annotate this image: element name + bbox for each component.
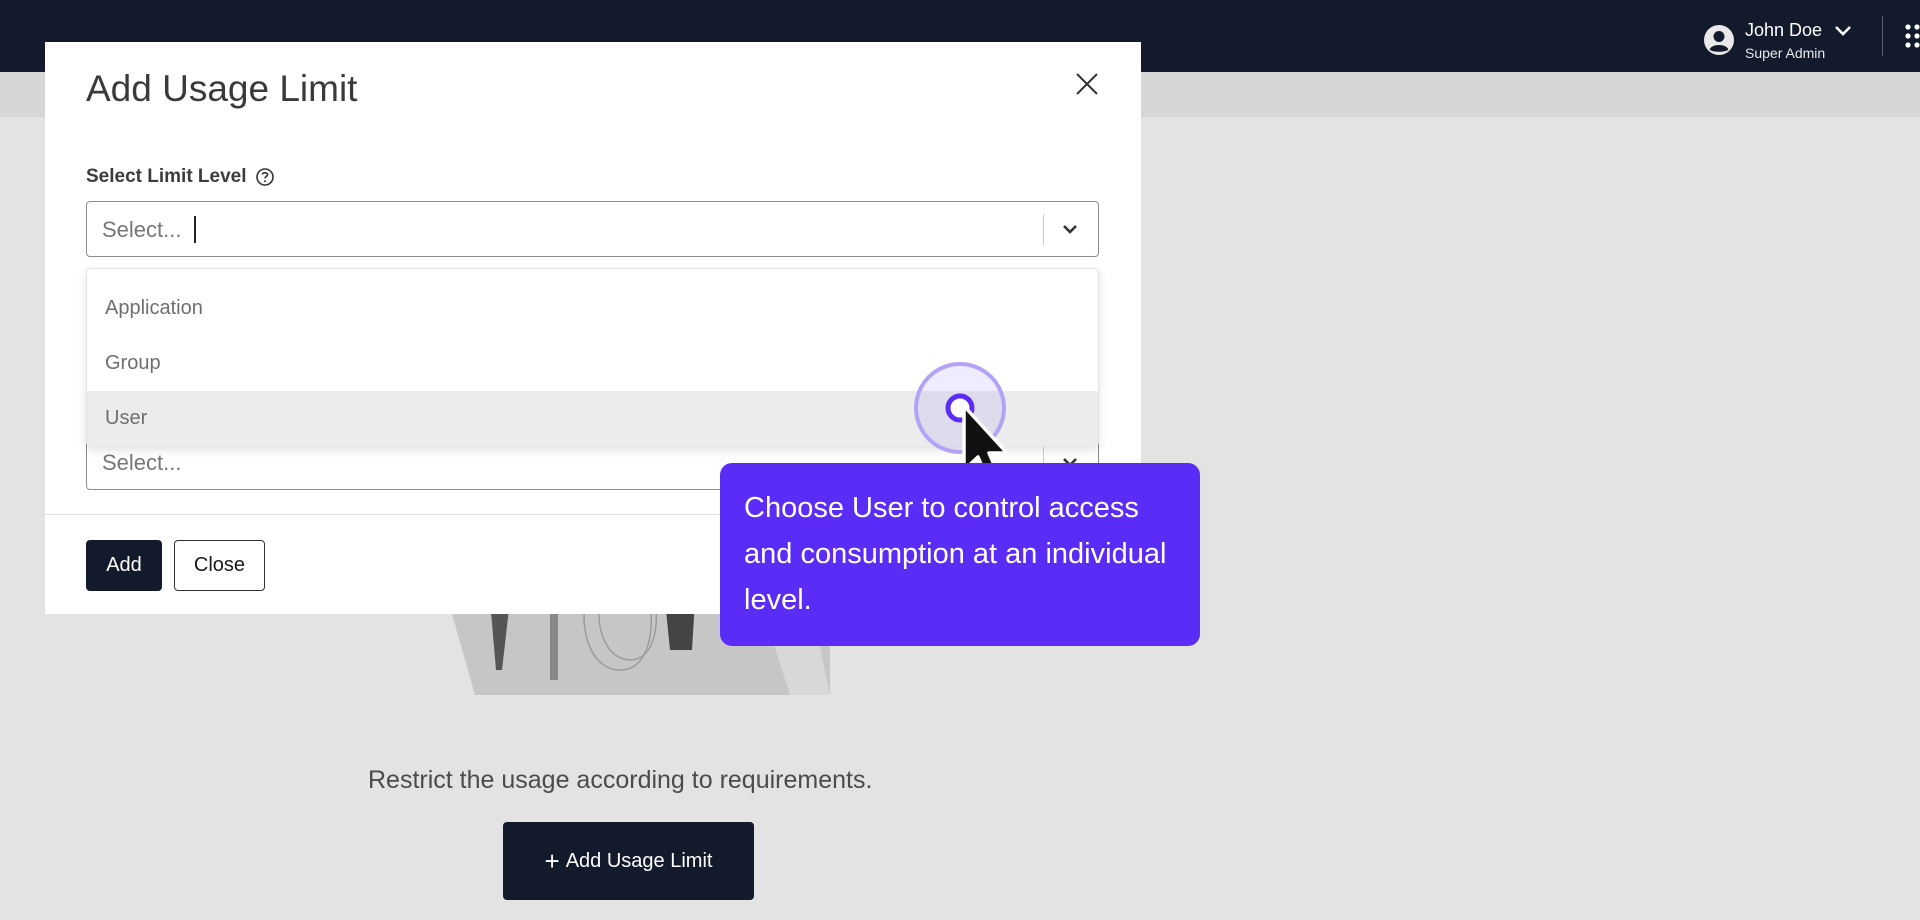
empty-state-message: Restrict the usage according to requirem… (368, 766, 873, 794)
add-usage-limit-button[interactable]: + Add Usage Limit (503, 822, 754, 900)
apps-grid-icon[interactable] (1904, 22, 1920, 50)
limit-level-label: Select Limit Level (86, 166, 275, 188)
add-usage-limit-label: Add Usage Limit (565, 849, 713, 872)
user-role: Super Admin (1745, 44, 1826, 61)
close-button[interactable]: Close (174, 540, 265, 591)
text-cursor (194, 216, 196, 243)
user-menu[interactable]: John Doe Super Admin (1703, 18, 1853, 62)
user-name: John Doe (1745, 19, 1823, 40)
modal-title: Add Usage Limit (86, 68, 358, 109)
close-icon[interactable] (1074, 71, 1100, 97)
second-select-placeholder: Select... (102, 450, 182, 475)
chevron-down-icon[interactable] (1060, 221, 1080, 237)
add-button[interactable]: Add (86, 540, 162, 591)
limit-level-placeholder: Select... (102, 217, 182, 242)
tutorial-tooltip: Choose User to control access and consum… (720, 463, 1200, 646)
plus-icon: + (544, 846, 560, 876)
help-icon[interactable] (255, 167, 275, 187)
header-divider (1882, 16, 1883, 56)
option-application[interactable]: Application (87, 281, 1098, 336)
chevron-down-icon[interactable] (1833, 24, 1853, 38)
select-separator (1043, 214, 1044, 245)
limit-level-select[interactable]: Select... (86, 201, 1099, 257)
user-avatar-icon (1704, 25, 1734, 55)
limit-level-label-text: Select Limit Level (86, 166, 247, 187)
